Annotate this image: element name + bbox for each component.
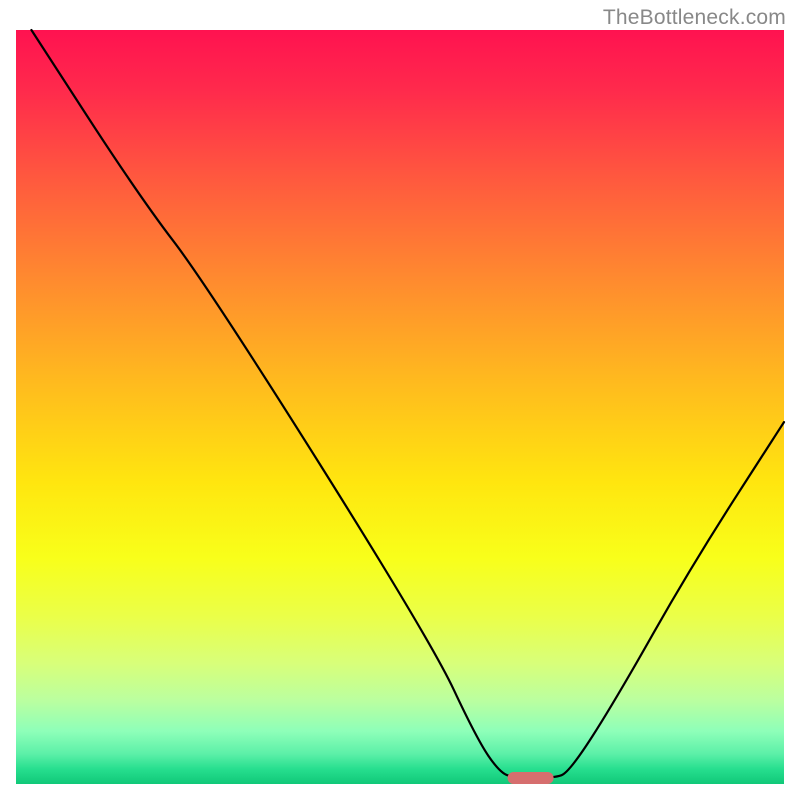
watermark-text: TheBottleneck.com: [603, 6, 786, 30]
chart-container: TheBottleneck.com: [0, 0, 800, 800]
gradient-background: [16, 30, 784, 784]
